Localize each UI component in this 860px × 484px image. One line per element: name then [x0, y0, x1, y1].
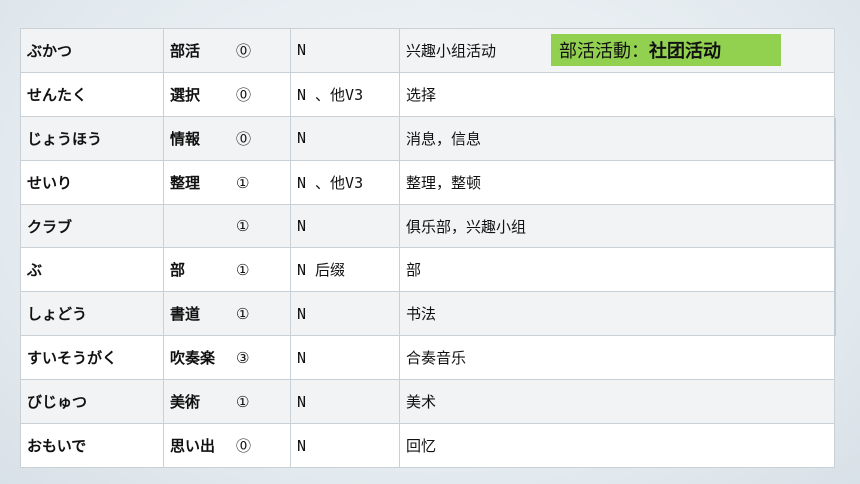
meaning-cell: 合奏音乐	[399, 335, 835, 381]
accent-mark: ⓪	[236, 129, 252, 148]
table-row: せんたく 選択 ⓪ N 、他V3 选择	[20, 71, 835, 117]
table-row: ぶ 部① N 后缀 部	[20, 247, 835, 293]
reading-cell: ぶかつ	[20, 28, 164, 73]
accent-mark: ①	[236, 305, 250, 324]
table-row: せいり 整理 ① N 、他V3 整理，整顿	[20, 159, 835, 205]
part-of-speech-cell: N 、他V3	[290, 71, 400, 117]
kanji-text: 部活	[170, 41, 201, 60]
meaning-cell: 消息，信息	[399, 115, 835, 161]
part-of-speech-cell: N	[290, 203, 400, 249]
reading-cell: せんたく	[20, 71, 164, 117]
kanji-cell: 部①	[163, 247, 291, 293]
kanji-text: 部	[170, 261, 186, 280]
reading-cell: びじゅつ	[20, 379, 164, 425]
side-divider	[834, 118, 836, 336]
reading-cell: おもいで	[20, 423, 164, 468]
meaning-cell: 选择	[399, 71, 835, 117]
table-row: しょどう 書道 ① N 书法	[20, 291, 835, 337]
kanji-cell: ①	[163, 203, 291, 249]
kanji-text: 美術	[170, 393, 201, 412]
table-row: クラブ ① N 俱乐部，兴趣小组	[20, 203, 835, 249]
accent-mark: ⓪	[236, 41, 252, 60]
reading-cell: クラブ	[20, 203, 164, 249]
accent-mark: ①	[236, 261, 250, 280]
accent-mark: ⓪	[236, 85, 252, 104]
kanji-text: 吹奏楽	[170, 349, 216, 368]
kanji-cell: 部活 ⓪	[163, 28, 291, 73]
kanji-text: 書道	[170, 305, 201, 324]
reading-cell: せいり	[20, 159, 164, 205]
kanji-cell: 吹奏楽 ③	[163, 335, 291, 381]
part-of-speech-cell: N	[290, 115, 400, 161]
meaning-cell: 整理，整顿	[399, 159, 835, 205]
note-term: 部活活動：	[559, 41, 649, 62]
part-of-speech-cell: N	[290, 28, 400, 73]
note-callout: 部活活動： 社团活动	[551, 34, 781, 66]
part-of-speech-cell: N	[290, 423, 400, 468]
kanji-cell: 選択 ⓪	[163, 71, 291, 117]
accent-mark: ⓪	[236, 437, 252, 455]
reading-cell: しょどう	[20, 291, 164, 337]
accent-mark: ③	[236, 349, 250, 368]
vocabulary-rows: ぶかつ 部活 ⓪ N 兴趣小组活动 せんたく 選択 ⓪ N 、他V3 选择 じょうほ…	[20, 28, 835, 468]
meaning-cell: 回忆	[399, 423, 835, 468]
meaning-cell: 美术	[399, 379, 835, 425]
table-row: すいそうがく 吹奏楽 ③ N 合奏音乐	[20, 335, 835, 381]
part-of-speech-cell: N	[290, 379, 400, 425]
meaning-cell: 部	[399, 247, 835, 293]
kanji-text: 思い出	[170, 437, 216, 455]
reading-cell: すいそうがく	[20, 335, 164, 381]
kanji-text: 情報	[170, 129, 201, 148]
accent-mark: ①	[236, 393, 250, 412]
kanji-cell: 整理 ①	[163, 159, 291, 205]
part-of-speech-cell: N 、他V3	[290, 159, 400, 205]
vocabulary-table: ぶかつ 部活 ⓪ N 兴趣小组活动 せんたく 選択 ⓪ N 、他V3 选择 じょうほ…	[20, 28, 835, 468]
kanji-cell: 思い出 ⓪	[163, 423, 291, 468]
kanji-text: 選択	[170, 85, 201, 104]
kanji-cell: 書道 ①	[163, 291, 291, 337]
accent-mark: ①	[236, 173, 250, 192]
accent-mark: ①	[236, 217, 250, 235]
reading-cell: じょうほう	[20, 115, 164, 161]
meaning-cell: 书法	[399, 291, 835, 337]
part-of-speech-cell: N	[290, 335, 400, 381]
table-row: びじゅつ 美術 ① N 美术	[20, 379, 835, 425]
reading-cell: ぶ	[20, 247, 164, 293]
kanji-cell: 情報 ⓪	[163, 115, 291, 161]
meaning-cell: 俱乐部，兴趣小组	[399, 203, 835, 249]
table-row: じょうほう 情報 ⓪ N 消息，信息	[20, 115, 835, 161]
kanji-text: 整理	[170, 173, 201, 192]
table-row: おもいで 思い出 ⓪ N 回忆	[20, 423, 835, 468]
kanji-cell: 美術 ①	[163, 379, 291, 425]
note-definition: 社团活动	[649, 41, 721, 62]
part-of-speech-cell: N	[290, 291, 400, 337]
part-of-speech-cell: N 后缀	[290, 247, 400, 293]
